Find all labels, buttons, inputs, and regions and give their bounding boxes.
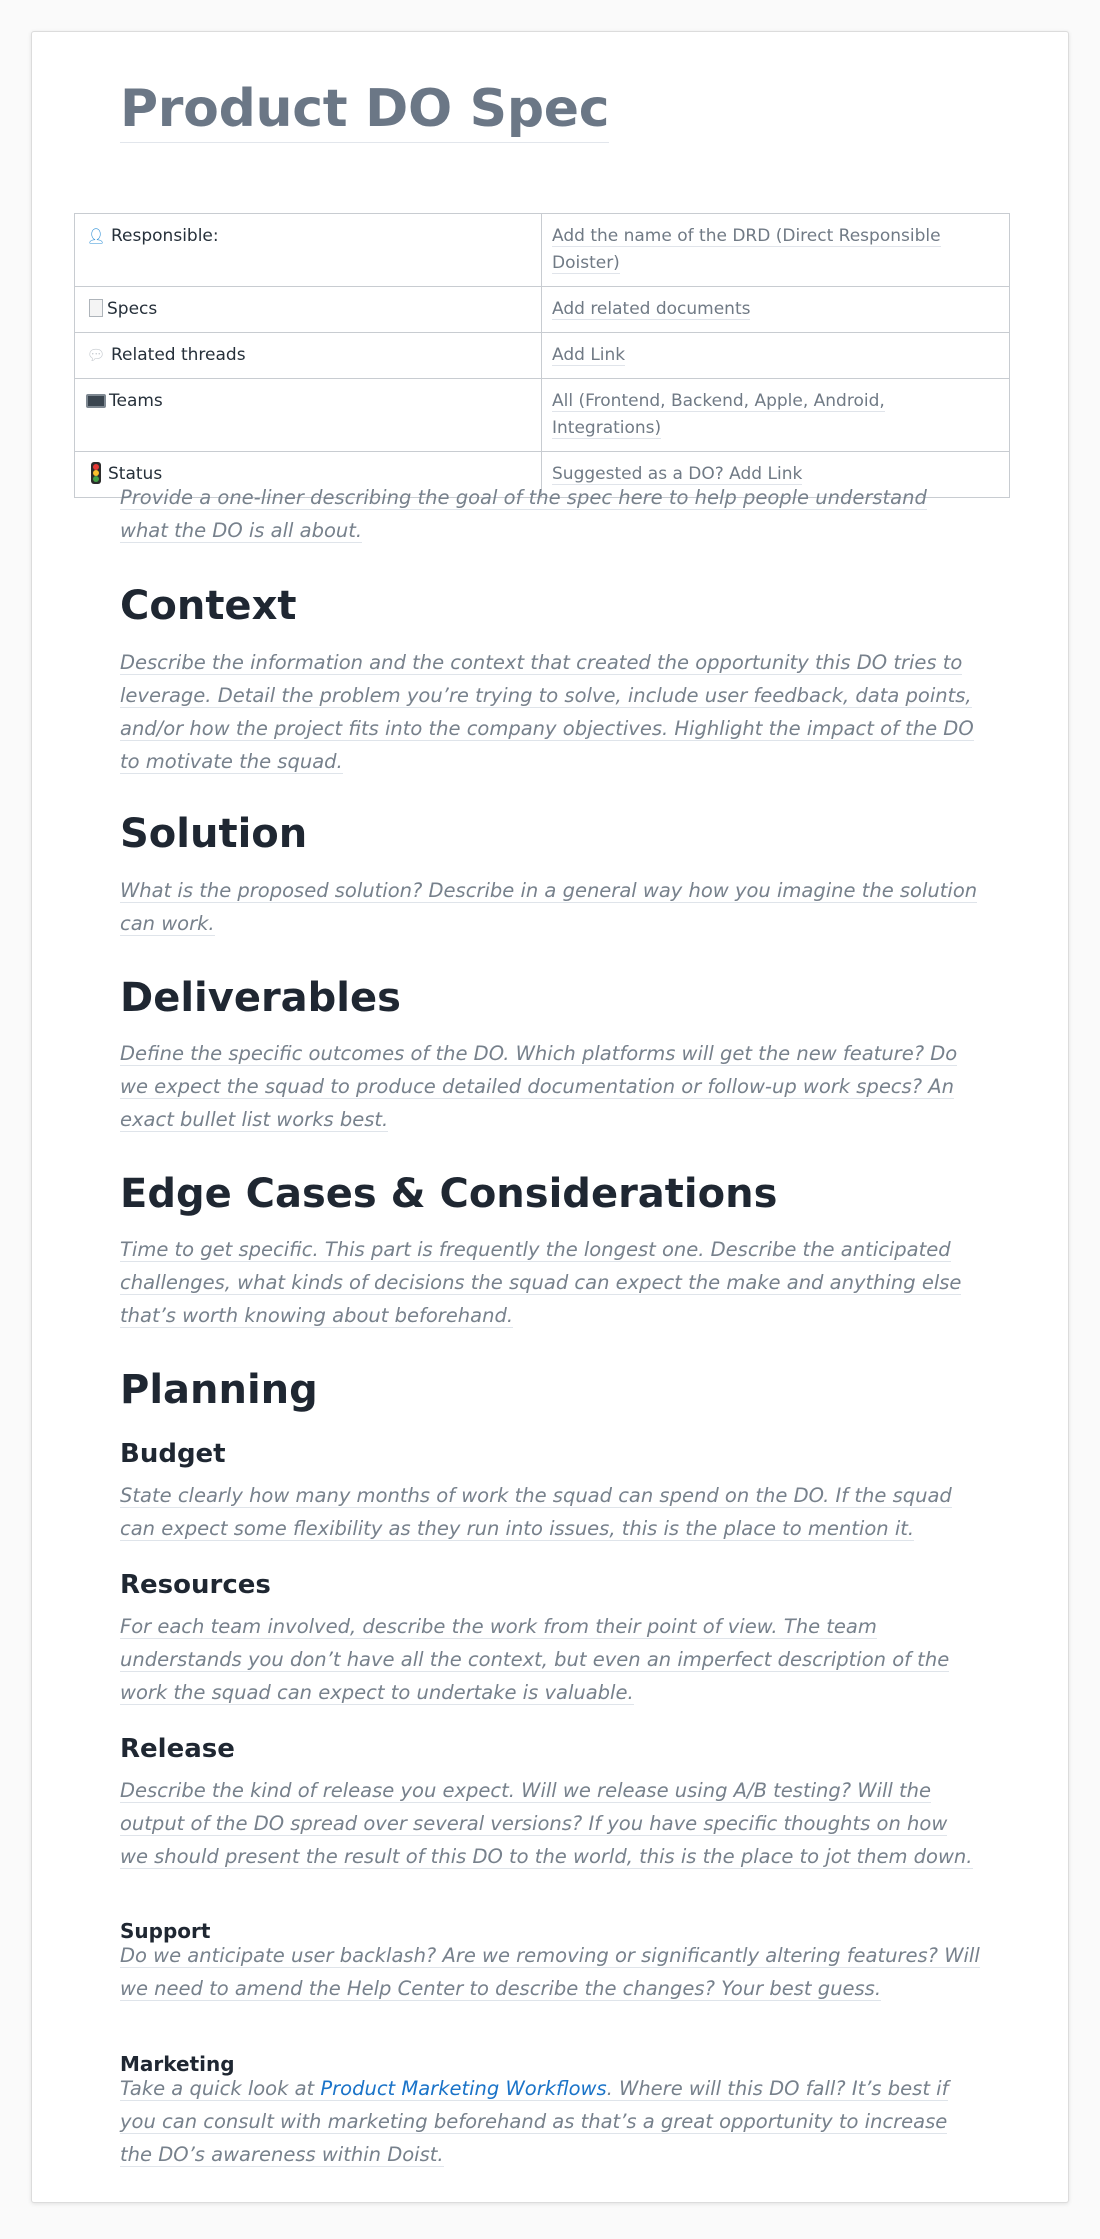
person-icon: 👤︎ — [86, 227, 106, 245]
subheading-release[interactable]: Release — [120, 1734, 980, 1765]
table-cell-label[interactable]: 💬︎ Related threads — [74, 332, 542, 379]
section-text-context[interactable]: Describe the information and the context… — [120, 646, 980, 778]
text-release[interactable]: Describe the kind of release you expect.… — [120, 1774, 980, 1873]
section-text-edge-cases[interactable]: Time to get specific. This part is frequ… — [120, 1233, 980, 1332]
product-marketing-workflows-link[interactable]: Product Marketing Workflows — [320, 2077, 606, 2100]
traffic-light-icon — [91, 462, 101, 484]
text-resources[interactable]: For each team involved, describe the wor… — [120, 1610, 980, 1709]
table-row: 👤︎ Responsible: Add the name of the DRD (… — [74, 213, 1010, 287]
table-cell-value[interactable]: All (Frontend, Backend, Apple, Android, … — [541, 378, 1010, 452]
table-cell-label[interactable]: Specs — [74, 286, 542, 333]
text-marketing[interactable]: Take a quick look at Product Marketing W… — [120, 2072, 980, 2171]
document-page: Product DO Spec 👤︎ Responsible: Add the n… — [31, 31, 1069, 2203]
section-text-solution[interactable]: What is the proposed solution? Describe … — [120, 874, 980, 940]
document-icon — [89, 299, 103, 317]
page-title[interactable]: Product DO Spec — [120, 78, 610, 144]
section-heading-deliverables[interactable]: Deliverables — [120, 974, 980, 1022]
section-heading-solution[interactable]: Solution — [120, 810, 980, 858]
monitor-icon — [86, 394, 106, 408]
table-cell-label[interactable]: Teams — [74, 378, 542, 452]
subheading-resources[interactable]: Resources — [120, 1570, 980, 1601]
table-cell-value[interactable]: Add Link — [541, 332, 1010, 379]
section-text-deliverables[interactable]: Define the specific outcomes of the DO. … — [120, 1037, 980, 1136]
section-heading-edge-cases[interactable]: Edge Cases & Considerations — [120, 1170, 980, 1218]
speech-bubble-icon: 💬︎ — [86, 346, 106, 364]
table-row: Teams All (Frontend, Backend, Apple, And… — [74, 378, 1010, 452]
text-budget[interactable]: State clearly how many months of work th… — [120, 1479, 980, 1545]
table-cell-value[interactable]: Add the name of the DRD (Direct Responsi… — [541, 213, 1010, 287]
table-row: 💬︎ Related threads Add Link — [74, 332, 1010, 379]
table-cell-label[interactable]: 👤︎ Responsible: — [74, 213, 542, 287]
table-cell-value[interactable]: Add related documents — [541, 286, 1010, 333]
section-heading-context[interactable]: Context — [120, 582, 980, 630]
text-support[interactable]: Do we anticipate user backlash? Are we r… — [120, 1939, 980, 2005]
intro-paragraph[interactable]: Provide a one-liner describing the goal … — [120, 481, 980, 547]
section-heading-planning[interactable]: Planning — [120, 1366, 980, 1414]
spec-meta-table: 👤︎ Responsible: Add the name of the DRD (… — [74, 213, 1010, 498]
table-row: Specs Add related documents — [74, 286, 1010, 333]
subheading-budget[interactable]: Budget — [120, 1439, 980, 1470]
